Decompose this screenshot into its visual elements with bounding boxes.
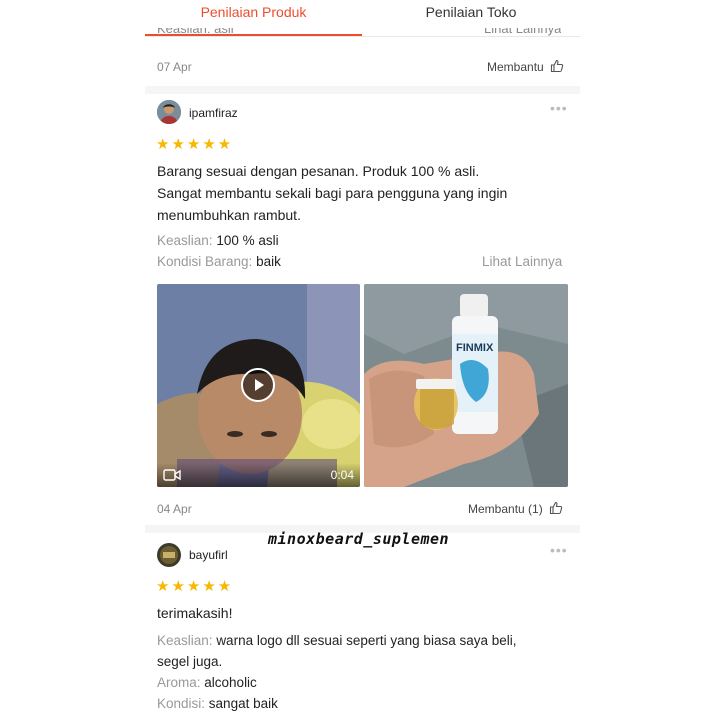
clipped-attribute-text: Keaslian: asli <box>157 28 234 36</box>
product-label: FINMIX <box>456 342 494 354</box>
attribute-keaslian: Keaslian: warna logo dll sesuai seperti … <box>157 633 517 648</box>
clipped-see-more[interactable]: Lihat Lainnya <box>484 28 561 38</box>
more-dots-icon[interactable]: ••• <box>550 542 568 558</box>
helpful-label: Membantu <box>487 60 544 74</box>
review-divider <box>145 86 580 94</box>
thumbs-up-icon <box>549 501 563 515</box>
video-info-bar <box>157 463 360 487</box>
attribute-keaslian: Keaslian: 100 % asli <box>157 233 279 248</box>
play-icon[interactable] <box>241 368 275 402</box>
more-dots-icon[interactable]: ••• <box>550 100 568 116</box>
attribute-aroma: Aroma: alcoholic <box>157 675 257 690</box>
avatar[interactable] <box>157 100 181 124</box>
review-text: terimakasih! <box>157 605 233 621</box>
review-video-thumbnail[interactable]: 0:04 <box>157 284 360 487</box>
review-date: 04 Apr <box>157 502 192 516</box>
review-date: 07 Apr <box>157 60 192 74</box>
attribute-keaslian-cont: segel juga. <box>157 654 223 669</box>
rating-stars: ★★★★★ <box>156 578 234 595</box>
video-duration: 0:04 <box>330 468 354 482</box>
reviewer-username[interactable]: ipamfiraz <box>189 106 238 120</box>
thumbs-up-icon <box>550 59 564 73</box>
rating-stars: ★★★★★ <box>156 136 234 153</box>
review-text: Barang sesuai dengan pesanan. Produk 100… <box>157 163 508 223</box>
avatar[interactable] <box>157 543 181 567</box>
helpful-label: Membantu (1) <box>468 502 543 516</box>
attribute-kondisi: Kondisi: sangat baik <box>157 696 278 711</box>
video-camera-icon <box>163 469 181 481</box>
reviewer-username[interactable]: bayufirl <box>189 548 228 562</box>
helpful-button[interactable]: Membantu <box>487 59 564 74</box>
review-photo[interactable]: FINMIX <box>364 284 568 487</box>
see-more-link[interactable]: Lihat Lainnya <box>482 251 562 272</box>
attribute-kondisi-barang: Kondisi Barang: baik <box>157 254 281 269</box>
helpful-button[interactable]: Membantu (1) <box>468 501 563 516</box>
watermark-text: minoxbeard_suplemen <box>268 530 450 548</box>
